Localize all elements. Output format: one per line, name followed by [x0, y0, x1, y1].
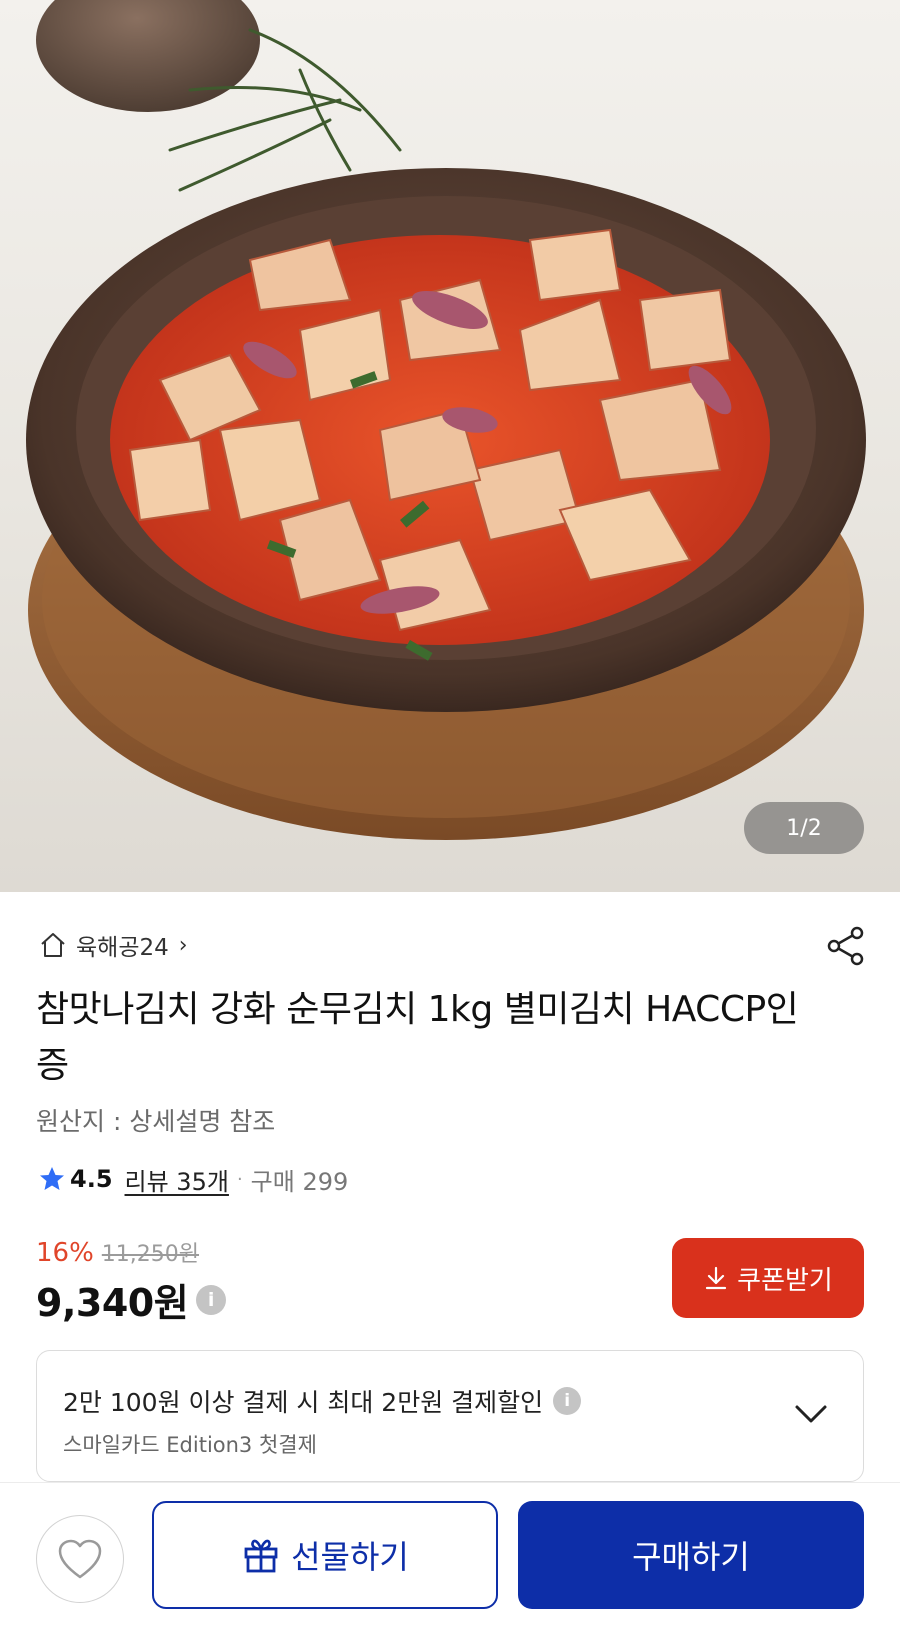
coupon-download-button[interactable]: 쿠폰받기 — [672, 1238, 864, 1318]
star-icon — [40, 1167, 64, 1190]
gift-button[interactable]: 선물하기 — [152, 1501, 498, 1609]
promo-main-row: 2만 100원 이상 결제 시 최대 2만원 결제할인 i — [63, 1383, 582, 1419]
gift-button-label: 선물하기 — [291, 1538, 409, 1576]
separator-dot: · — [236, 1168, 243, 1190]
origin-info: 원산지 : 상세설명 참조 — [36, 1107, 276, 1136]
heart-icon — [58, 1539, 102, 1579]
discount-row: 16% 11,250원 — [36, 1236, 199, 1268]
bottom-action-bar: 선물하기 구매하기 — [0, 1482, 900, 1625]
product-image[interactable]: 1/2 — [0, 0, 900, 892]
review-count-link[interactable]: 리뷰 35개 — [125, 1162, 229, 1197]
rating-row: 4.5 리뷰 35개 · 구매 299 — [38, 1162, 348, 1196]
chevron-right-icon: › — [178, 932, 188, 958]
price-info-icon[interactable]: i — [196, 1284, 227, 1315]
chevron-down-icon[interactable] — [791, 1397, 831, 1433]
promo-info-icon[interactable]: i — [553, 1387, 582, 1415]
purchase-count: 구매 299 — [250, 1167, 349, 1196]
discount-rate: 16% — [36, 1238, 94, 1268]
promo-sub-text: 스마일카드 Edition3 첫결제 — [63, 1433, 317, 1457]
coupon-button-label: 쿠폰받기 — [737, 1265, 833, 1296]
share-icon[interactable] — [824, 924, 868, 968]
card-promo-panel[interactable]: 2만 100원 이상 결제 시 최대 2만원 결제할인 i 스마일카드 Edit… — [36, 1350, 864, 1482]
sale-price: 9,340원 — [36, 1281, 189, 1325]
wishlist-button[interactable] — [36, 1515, 124, 1603]
buy-button[interactable]: 구매하기 — [518, 1501, 864, 1609]
product-title: 참맛나김치 강화 순무김치 1kg 별미김치 HACCP인증 — [36, 989, 799, 1086]
gift-icon — [244, 1539, 278, 1573]
image-counter-badge: 1/2 — [744, 802, 864, 854]
download-icon — [706, 1266, 727, 1290]
promo-main-text: 2만 100원 이상 결제 시 최대 2만원 결제할인 — [63, 1388, 544, 1417]
home-icon — [41, 933, 65, 957]
original-price: 11,250원 — [101, 1242, 200, 1267]
rating-value: 4.5 — [70, 1165, 113, 1193]
store-name: 육해공24 — [76, 935, 169, 961]
kimchi-photo — [26, 0, 866, 840]
store-link[interactable]: 육해공24 › — [38, 928, 188, 962]
price-row: 9,340원 i — [36, 1272, 227, 1327]
